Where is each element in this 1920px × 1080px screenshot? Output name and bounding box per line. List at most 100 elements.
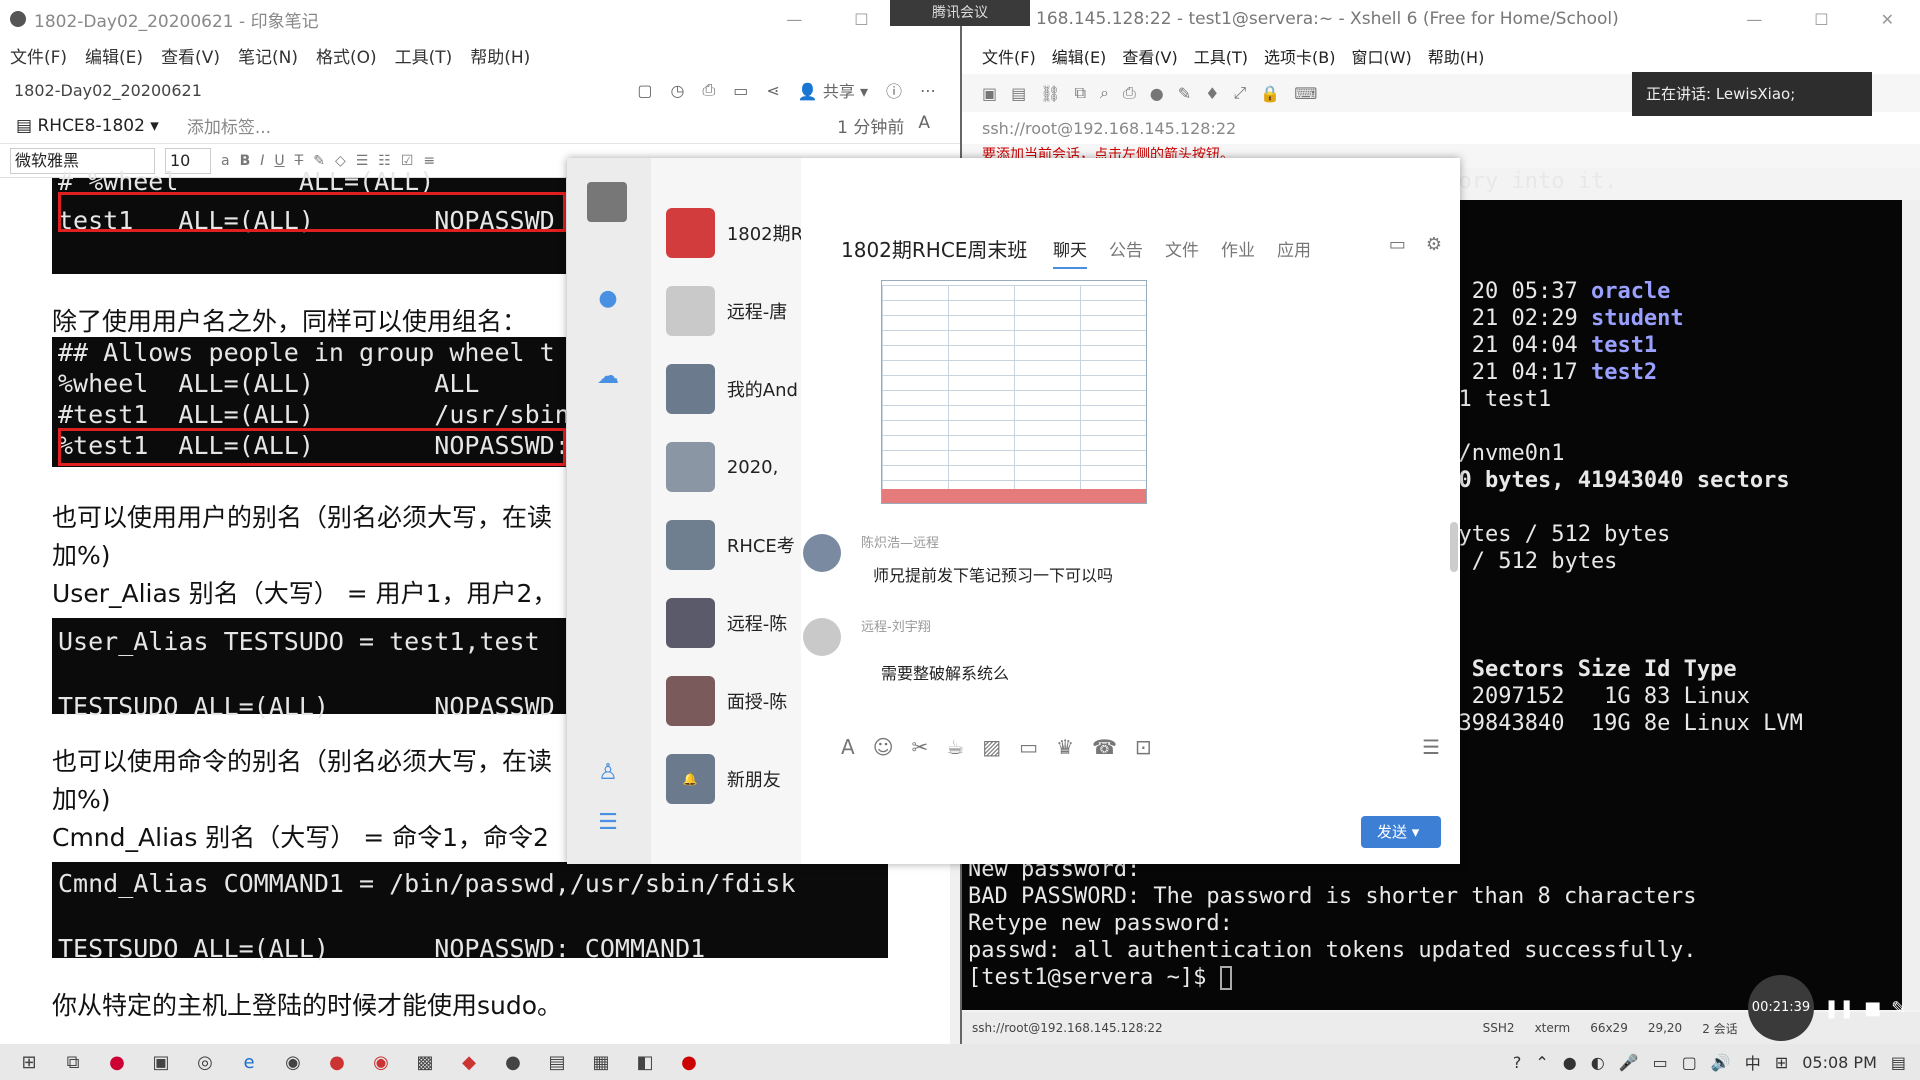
avatar[interactable] [587, 182, 627, 222]
tray-app-icon[interactable]: ● [1563, 1053, 1577, 1072]
copy-icon[interactable]: ⧉ [1075, 83, 1086, 103]
menu-tools[interactable]: 工具(T) [1194, 44, 1248, 68]
list-item[interactable]: 1802期R [651, 194, 801, 272]
present-icon[interactable]: ▭ [733, 81, 748, 100]
settings-icon[interactable]: ⚙ [1426, 234, 1442, 255]
task-view-icon[interactable]: ⧉ [58, 1047, 88, 1077]
edit-icon[interactable]: ✎ [1178, 84, 1191, 103]
app-icon[interactable]: ● [674, 1047, 704, 1077]
menu-file[interactable]: 文件(F) [10, 43, 67, 68]
windows-start-icon[interactable]: ⊞ [14, 1047, 44, 1077]
pause-icon[interactable]: ❚❚ [1824, 998, 1854, 1019]
tab-announcement[interactable]: 公告 [1109, 236, 1143, 269]
share-icon[interactable]: ⋖ [766, 81, 779, 100]
notebook-selector[interactable]: ▤ RHCE8-1802 ▾ [16, 116, 159, 136]
cloud-icon[interactable]: ☁ [593, 362, 623, 392]
terminal-scrollbar[interactable] [1902, 200, 1920, 1010]
tab-apps[interactable]: 应用 [1277, 236, 1311, 269]
app-icon[interactable]: ◉ [278, 1047, 308, 1077]
app-icon[interactable]: ● [322, 1047, 352, 1077]
menu-format[interactable]: 格式(O) [316, 43, 377, 68]
app-icon[interactable]: ● [102, 1047, 132, 1077]
send-button[interactable]: 发送 ▾ [1361, 816, 1441, 848]
font-icon[interactable]: A [841, 735, 855, 759]
app-icon[interactable]: ▩ [410, 1047, 440, 1077]
contacts-icon[interactable]: ♙ [593, 758, 623, 788]
meeting-tab[interactable]: 腾讯会议 [890, 0, 1030, 26]
phone-icon[interactable]: ☎ [1092, 735, 1117, 759]
menu-window[interactable]: 窗口(W) [1351, 44, 1411, 68]
list-item[interactable]: 远程-陈 [651, 584, 801, 662]
screen-icon[interactable]: ⊡ [1135, 735, 1152, 759]
list-item[interactable]: 远程-唐 [651, 272, 801, 350]
fullscreen-icon[interactable]: ⤢ [1234, 83, 1247, 103]
app-icon[interactable]: ◉ [366, 1047, 396, 1077]
menu-icon[interactable]: ☰ [593, 808, 623, 838]
open-icon[interactable]: ▤ [1011, 84, 1026, 103]
cup-icon[interactable]: ☕ [946, 735, 964, 759]
keyboard-icon[interactable]: ⊞ [1775, 1053, 1788, 1072]
message-input[interactable] [801, 768, 1460, 814]
menu-tools[interactable]: 工具(T) [395, 43, 453, 68]
minimize-button[interactable]: — [1746, 10, 1762, 29]
scissors-icon[interactable]: ✂ [912, 735, 929, 759]
emoji-icon[interactable]: ☺ [873, 735, 894, 759]
minimize-button[interactable]: — [786, 10, 802, 29]
list-item[interactable]: RHCE考 [651, 506, 801, 584]
keyboard-icon[interactable]: ⌨ [1294, 84, 1317, 103]
history-icon[interactable]: ☰ [1422, 735, 1460, 759]
close-button[interactable]: ✕ [1881, 10, 1894, 29]
font-color-icon[interactable]: A [918, 113, 930, 138]
search-icon[interactable]: ⌕ [1100, 83, 1109, 103]
menu-help[interactable]: 帮助(H) [1428, 44, 1485, 68]
list-item[interactable]: 我的And [651, 350, 801, 428]
battery-icon[interactable]: ▭ [1653, 1053, 1668, 1072]
menu-note[interactable]: 笔记(N) [238, 43, 298, 68]
avatar[interactable] [803, 618, 841, 656]
lock-icon[interactable]: 🔒 [1260, 84, 1280, 103]
info-icon[interactable]: ⓘ [886, 78, 902, 102]
list-item[interactable]: 2020, [651, 428, 801, 506]
app-icon[interactable]: ▤ [542, 1047, 572, 1077]
image-icon[interactable]: ▨ [982, 735, 1001, 759]
gift-icon[interactable]: ♛ [1056, 735, 1074, 759]
globe-icon[interactable]: ● [1150, 84, 1164, 103]
mic-icon[interactable]: 🎤 [1619, 1053, 1639, 1072]
presentation-icon[interactable]: ▢ [637, 81, 652, 100]
network-icon[interactable]: ▢ [1682, 1053, 1697, 1072]
tab-homework[interactable]: 作业 [1221, 236, 1255, 269]
chevron-up-icon[interactable]: ⌃ [1535, 1053, 1548, 1072]
edge-icon[interactable]: e [234, 1047, 264, 1077]
app-icon[interactable]: ▣ [146, 1047, 176, 1077]
help-icon[interactable]: ? [1513, 1053, 1522, 1072]
menu-edit[interactable]: 编辑(E) [85, 43, 143, 68]
pen-icon[interactable]: ✎ [1891, 998, 1906, 1019]
app-icon[interactable]: ◧ [630, 1047, 660, 1077]
app-icon[interactable]: ◆ [454, 1047, 484, 1077]
menu-tabs[interactable]: 选项卡(B) [1264, 44, 1335, 68]
link-icon[interactable]: ⛓ [1040, 84, 1060, 103]
share-button[interactable]: 👤 共享 ▾ [798, 78, 868, 102]
address-bar[interactable]: ssh://root@192.168.145.128:22 [962, 112, 1920, 144]
tab-files[interactable]: 文件 [1165, 236, 1199, 269]
new-session-icon[interactable]: ▣ [982, 84, 997, 103]
notification-icon[interactable]: ▤ [1891, 1053, 1906, 1072]
last-updated[interactable]: 1 分钟前 [837, 113, 904, 138]
menu-view[interactable]: 查看(V) [161, 43, 220, 68]
xftp-icon[interactable]: ♦ [1205, 84, 1219, 103]
app-icon[interactable]: ▦ [586, 1047, 616, 1077]
app-icon[interactable]: ◎ [190, 1047, 220, 1077]
folder-icon[interactable]: ▭ [1019, 735, 1038, 759]
message-sender[interactable]: 远程-刘宇翔 [861, 616, 931, 635]
ime-indicator[interactable]: 中 [1745, 1050, 1761, 1074]
image-message[interactable] [881, 280, 1147, 504]
menu-help[interactable]: 帮助(H) [470, 43, 530, 68]
chat-bubble-icon[interactable]: ● [593, 284, 623, 314]
avatar[interactable] [803, 534, 841, 572]
maximize-button[interactable]: ☐ [854, 10, 868, 29]
menu-file[interactable]: 文件(F) [982, 44, 1036, 68]
print-icon[interactable]: ⎙ [1123, 83, 1136, 103]
list-item[interactable]: 面授-陈 [651, 662, 801, 740]
clock[interactable]: 05:08 PM [1802, 1053, 1877, 1072]
print-icon[interactable]: ⎙ [702, 80, 715, 100]
